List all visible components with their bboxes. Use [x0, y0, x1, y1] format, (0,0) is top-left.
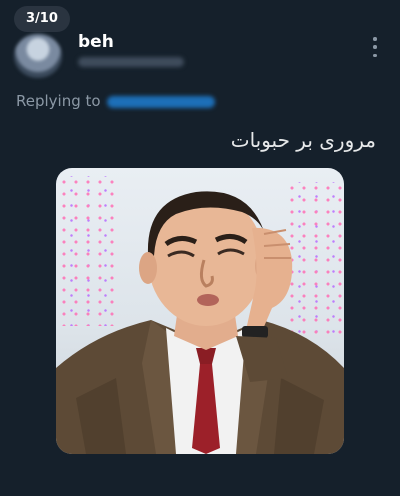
- author-name[interactable]: beh: [78, 32, 114, 52]
- more-options-icon[interactable]: [372, 37, 378, 57]
- tweet-text: مروری بر حبوبات: [230, 128, 376, 152]
- photo-illustration: [56, 191, 344, 454]
- tweet-media-photo[interactable]: [56, 168, 344, 454]
- replying-to-handle-blurred[interactable]: [106, 95, 215, 108]
- replying-to-line: Replying to: [16, 92, 215, 110]
- tweet-view: 3/10 beh Replying to مروری بر حبوبات: [0, 0, 400, 496]
- author-handle-blurred[interactable]: [78, 57, 184, 67]
- image-counter-badge: 3/10: [14, 6, 70, 32]
- replying-to-label: Replying to: [16, 92, 101, 110]
- author-avatar[interactable]: [14, 34, 62, 78]
